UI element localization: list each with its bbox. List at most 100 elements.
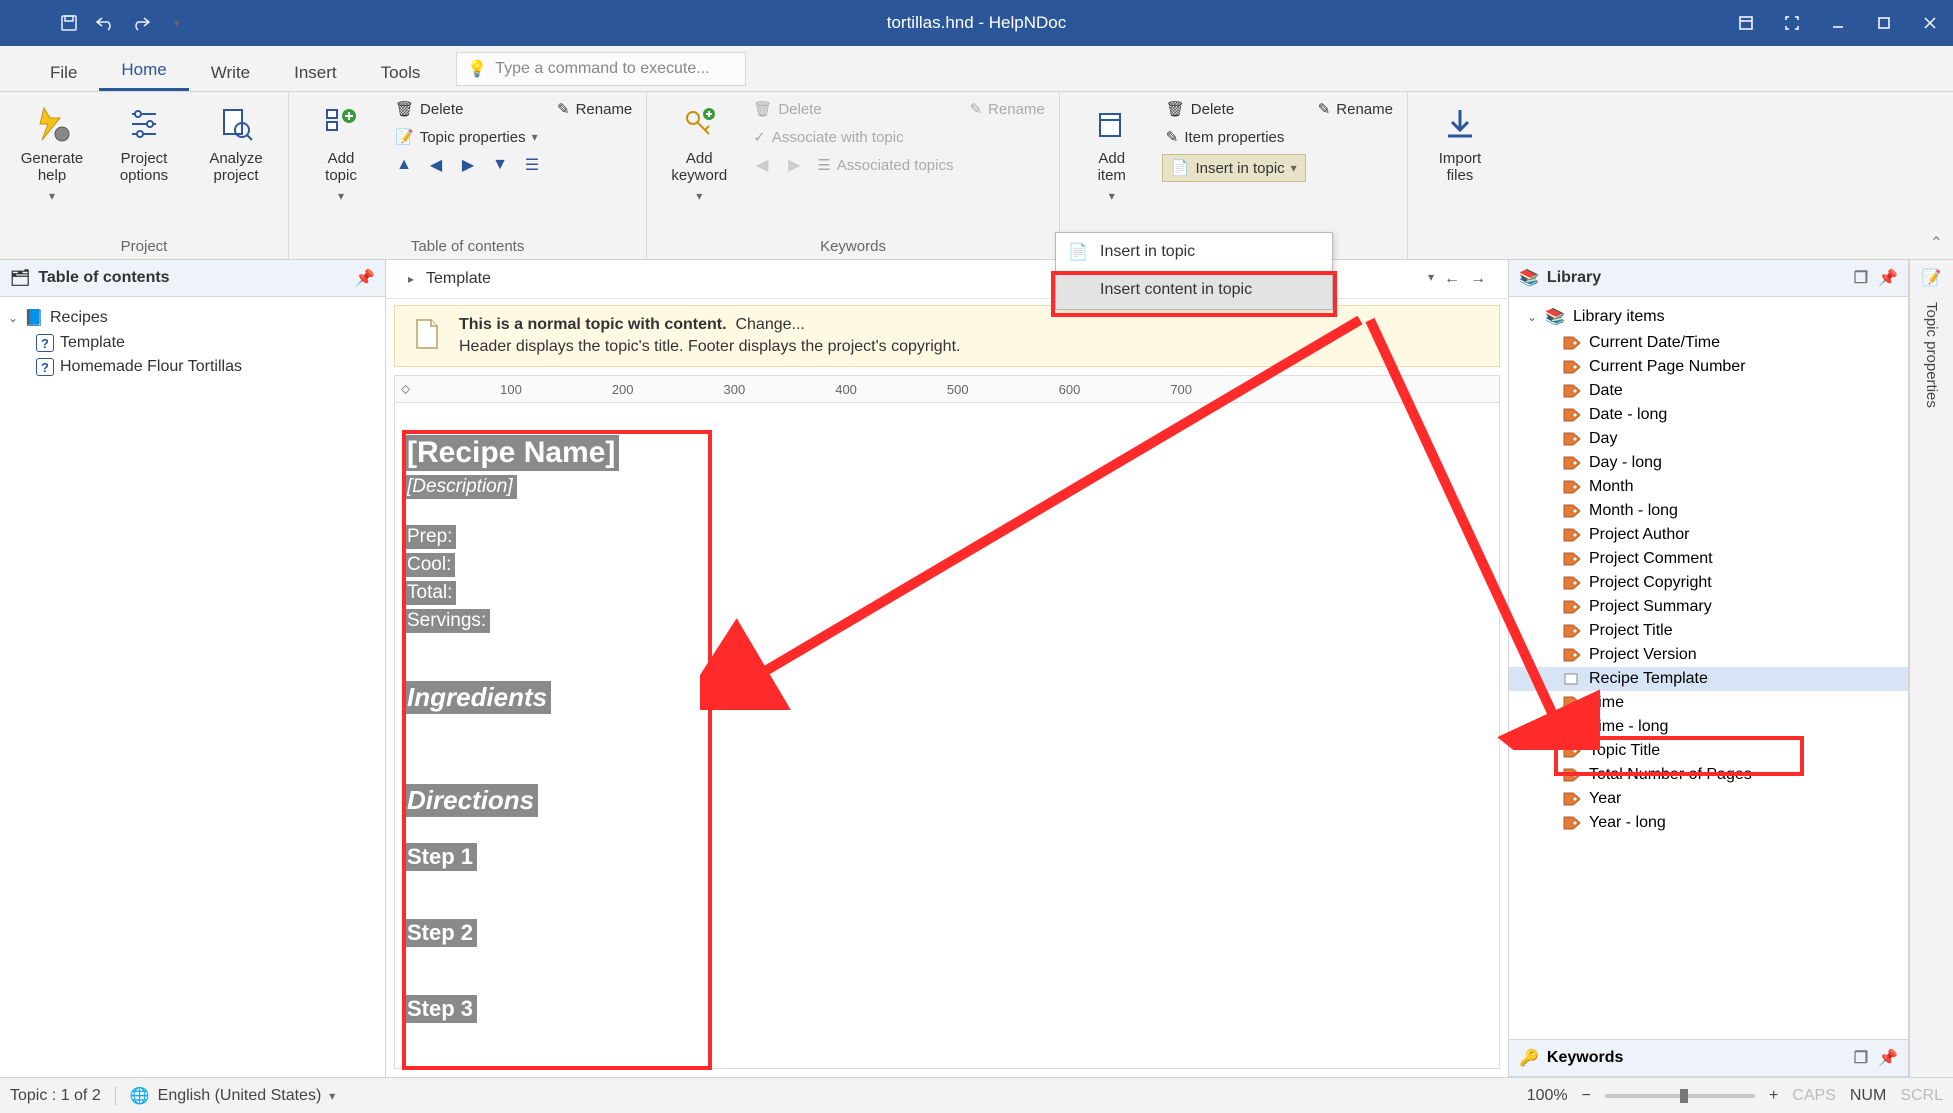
add-keyword-button[interactable]: Add keyword▾ [657,98,741,207]
tag-icon [1563,768,1581,782]
topic-properties-tab[interactable]: 📝 Topic properties [1909,260,1953,1077]
library-item[interactable]: Date [1509,379,1908,403]
fullscreen-icon[interactable] [1769,0,1815,46]
breadcrumb-expand-icon[interactable]: ▸ [408,272,414,286]
list-icon[interactable]: ☰ [519,154,545,176]
library-item[interactable]: Project Version [1509,643,1908,667]
move-right-icon[interactable]: ▶ [455,154,481,176]
library-item[interactable]: Total Number of Pages [1509,763,1908,787]
toc-tree[interactable]: ⌄📘Recipes ?Template ?Homemade Flour Tort… [0,297,385,387]
ruler[interactable]: ⬦ 100200300400500600700 [394,375,1500,403]
move-up-icon[interactable]: ▲ [391,154,417,176]
change-link[interactable]: Change... [735,316,804,333]
library-item[interactable]: Recipe Template [1509,667,1908,691]
tag-icon [1563,624,1581,638]
save-icon[interactable] [58,12,80,34]
pin-icon[interactable]: 📌 [355,268,375,288]
generate-help-button[interactable]: Generate help▾ [10,98,94,207]
ribbon-options-icon[interactable] [1723,0,1769,46]
status-topic-count: Topic : 1 of 2 [10,1087,101,1105]
library-root-icon: 📚 [1545,307,1565,327]
list-icon: ☰ [817,156,830,174]
lib-insert-button[interactable]: 📄Insert in topic ▾ [1162,154,1306,182]
toc-item-template[interactable]: ?Template [34,331,379,355]
tab-file[interactable]: File [28,53,99,91]
zoom-out-icon[interactable]: − [1582,1087,1591,1105]
toc-root[interactable]: ⌄📘Recipes [6,305,379,331]
document-area[interactable]: [Recipe Name] [Description] Prep: Cool: … [394,403,1500,1069]
tab-insert[interactable]: Insert [272,53,359,91]
tell-me-search[interactable]: 💡 Type a command to execute... [456,52,746,86]
tab-tools[interactable]: Tools [359,53,443,91]
ribbon-tabs: File Home Write Insert Tools 💡 Type a co… [0,46,1953,92]
library-item[interactable]: Time - long [1509,715,1908,739]
toc-props-button[interactable]: 📝Topic properties ▾ [391,126,545,148]
library-item[interactable]: Year - long [1509,811,1908,835]
minimize-icon[interactable] [1815,0,1861,46]
library-item[interactable]: Day - long [1509,451,1908,475]
maximize-icon[interactable] [1861,0,1907,46]
redo-icon[interactable] [130,12,152,34]
library-item[interactable]: Month - long [1509,499,1908,523]
zoom-slider[interactable] [1605,1094,1755,1098]
library-item[interactable]: Project Author [1509,523,1908,547]
dd-insert-in-topic[interactable]: 📄 Insert in topic [1056,233,1332,271]
project-options-button[interactable]: Project options [102,98,186,189]
pin-icon[interactable]: 📌 [1878,1048,1898,1068]
library-item[interactable]: Date - long [1509,403,1908,427]
tag-icon [1563,648,1581,662]
library-item[interactable]: Month [1509,475,1908,499]
tag-icon [1563,792,1581,806]
breadcrumb-dropdown-icon[interactable]: ▾ [1428,270,1434,288]
nav-forward-icon[interactable]: → [1470,270,1486,288]
add-topic-button[interactable]: Add topic▾ [299,98,383,207]
document-content[interactable]: [Recipe Name] [Description] Prep: Cool: … [395,403,695,1057]
zoom-percent[interactable]: 100% [1527,1087,1568,1105]
question-icon: ? [36,334,54,352]
lib-rename-button[interactable]: ✎Rename [1314,98,1397,120]
restore-icon[interactable]: ❐ [1854,1048,1868,1068]
library-item[interactable]: Current Date/Time [1509,331,1908,355]
toc-delete-button[interactable]: 🗑Delete [391,98,545,120]
library-item[interactable]: Year [1509,787,1908,811]
library-item[interactable]: Day [1509,427,1908,451]
toc-rename-button[interactable]: ✎Rename [553,98,636,120]
restore-icon[interactable]: ❐ [1854,268,1868,288]
tab-write[interactable]: Write [189,53,272,91]
library-list[interactable]: ⌄📚Library items Current Date/TimeCurrent… [1509,297,1908,1039]
library-item[interactable]: Project Copyright [1509,571,1908,595]
book-icon: 📘 [24,308,44,328]
library-item[interactable]: Project Comment [1509,547,1908,571]
tag-icon [1563,336,1581,350]
import-files-button[interactable]: Import files [1418,98,1502,189]
nav-back-icon[interactable]: ← [1444,270,1460,288]
toc-item-tortillas[interactable]: ?Homemade Flour Tortillas [34,355,379,379]
undo-icon[interactable] [94,12,116,34]
analyze-project-button[interactable]: Analyze project [194,98,278,189]
tab-home[interactable]: Home [99,50,188,91]
language-selector[interactable]: 🌐 English (United States) ▾ [130,1086,336,1106]
breadcrumb: ▸ Template ▾ ← → [386,260,1508,299]
library-item[interactable]: Topic Title [1509,739,1908,763]
library-item[interactable]: Project Summary [1509,595,1908,619]
library-root[interactable]: ⌄📚Library items [1509,303,1908,331]
library-item[interactable]: Time [1509,691,1908,715]
lib-delete-button[interactable]: 🗑Delete [1162,98,1306,120]
lib-props-button[interactable]: ✎Item properties [1162,126,1306,148]
snippet-icon [1563,672,1581,686]
qat-dropdown-icon[interactable]: ▾ [166,12,188,34]
tag-icon [1563,480,1581,494]
move-down-icon[interactable]: ▼ [487,154,513,176]
tag-icon [1563,720,1581,734]
properties-icon: 📝 [1922,268,1942,288]
library-item[interactable]: Current Page Number [1509,355,1908,379]
pin-icon[interactable]: 📌 [1878,268,1898,288]
library-item[interactable]: Project Title [1509,619,1908,643]
add-item-button[interactable]: Add item▾ [1070,98,1154,207]
close-icon[interactable] [1907,0,1953,46]
zoom-in-icon[interactable]: + [1769,1087,1778,1105]
check-icon: ✓ [753,128,766,146]
collapse-ribbon-icon[interactable]: ⌃ [1930,233,1943,253]
move-left-icon[interactable]: ◀ [423,154,449,176]
dd-insert-content-in-topic[interactable]: Insert content in topic [1056,271,1332,309]
